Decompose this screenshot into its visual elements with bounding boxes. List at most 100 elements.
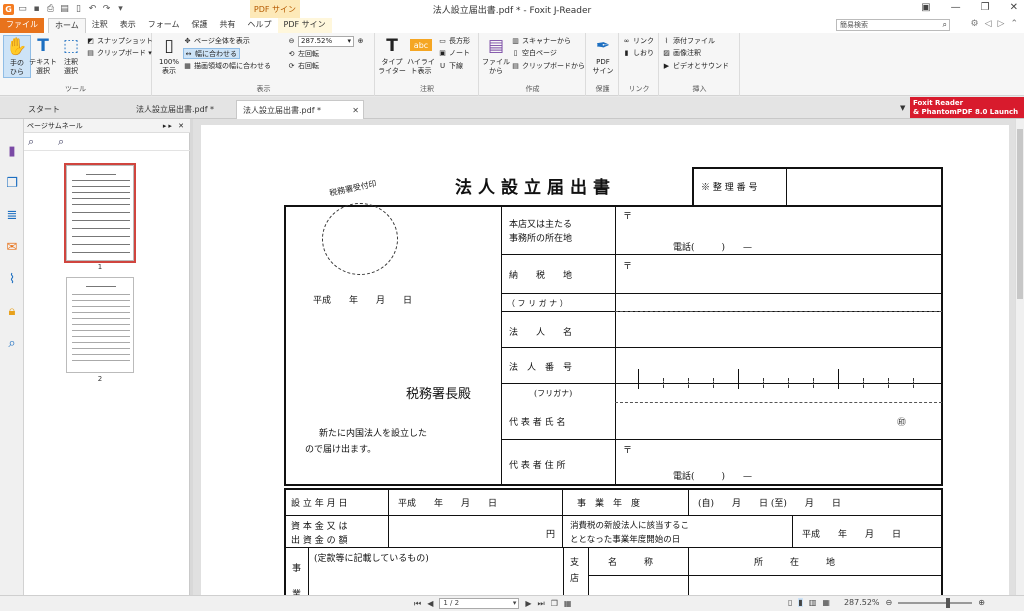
- close-panel-icon[interactable]: ✕: [178, 122, 186, 130]
- from-clipboard-button[interactable]: ▤ クリップボードから: [511, 61, 585, 72]
- snapshot-button[interactable]: ◩ スナップショット: [86, 36, 153, 47]
- tab-start[interactable]: スタート: [22, 100, 128, 119]
- rep-name-label: 代 表 者 氏 名: [509, 418, 566, 428]
- from-file-button[interactable]: ▤ ファイル から: [482, 35, 510, 76]
- underline-button[interactable]: U 下線: [438, 61, 463, 72]
- annot-select-button[interactable]: ⬚ 注釈 選択: [57, 35, 85, 76]
- tab-document-1[interactable]: 法人設立届出書.pdf *: [130, 100, 234, 119]
- tab-pdf-sign[interactable]: PDF サイン: [277, 18, 332, 33]
- collapse-ribbon-icon[interactable]: ⌃: [1010, 19, 1018, 29]
- search-box[interactable]: 簡易検索 ⌕: [836, 19, 950, 31]
- postal-mark-3: 〒: [623, 446, 633, 456]
- image-annot-button[interactable]: ▨ 画像注釈: [662, 48, 701, 59]
- continuous-facing-view-icon[interactable]: ▦: [822, 598, 830, 607]
- highlight-button[interactable]: abc ハイライ ト表示: [407, 35, 435, 76]
- tab-document-2[interactable]: 法人設立届出書.pdf * ✕: [236, 100, 364, 119]
- zoom-out-icon[interactable]: ⊖: [287, 36, 298, 47]
- promo-banner[interactable]: Foxit Reader & PhantomPDF 8.0 Launch: [910, 97, 1024, 118]
- settings-icon[interactable]: ⚙: [971, 19, 979, 29]
- layers-icon[interactable]: ❐: [4, 175, 20, 191]
- app-logo-icon[interactable]: G: [3, 3, 14, 15]
- hand-tool-button[interactable]: ✋ 手の ひら: [3, 35, 31, 78]
- search-icon[interactable]: ⌕: [943, 20, 947, 30]
- expand-icon[interactable]: ▸▸: [163, 122, 174, 130]
- clipboard-button[interactable]: ▤ クリップボード ▾: [86, 48, 152, 59]
- new-icon[interactable]: ▯: [73, 4, 84, 15]
- redo-icon[interactable]: ↷: [101, 4, 112, 15]
- from-scanner-button[interactable]: ▥ スキャナーから: [511, 36, 571, 47]
- statement-line-2: ので届け出ます。: [305, 445, 377, 455]
- fit-width-button[interactable]: ↔ 幅に合わせる: [183, 48, 240, 59]
- zoom-in-icon[interactable]: ⊕: [978, 598, 985, 607]
- zoom-out-thumb-icon[interactable]: ⌕: [28, 135, 34, 149]
- bookmark-button[interactable]: ▮ しおり: [622, 48, 654, 59]
- open-icon[interactable]: ▭: [17, 4, 28, 15]
- furigana-label-1: （ フ リ ガ ナ ）: [507, 299, 568, 308]
- last-page-icon[interactable]: ⏭: [538, 599, 545, 609]
- tab-home[interactable]: ホーム: [48, 18, 86, 33]
- rotate-right-button[interactable]: ⟳ 右回転: [287, 61, 319, 72]
- copy-icon[interactable]: ❐: [551, 599, 558, 608]
- page-thumbnail-1[interactable]: [64, 163, 136, 263]
- search-panel-icon[interactable]: ⌕: [4, 335, 20, 351]
- scrollbar-thumb[interactable]: [1017, 129, 1023, 299]
- zoom-slider[interactable]: [898, 597, 973, 608]
- zoom-out-icon[interactable]: ⊖: [886, 598, 893, 607]
- typewriter-button[interactable]: T タイプ ライター: [378, 35, 406, 76]
- attach-file-button[interactable]: ⌇ 添付ファイル: [662, 36, 715, 47]
- bookmarks-icon[interactable]: ≣: [4, 207, 20, 223]
- tab-form[interactable]: フォーム: [142, 18, 186, 33]
- tab-protect[interactable]: 保護: [186, 18, 214, 33]
- tab-view[interactable]: 表示: [114, 18, 142, 33]
- rotate-left-button[interactable]: ⟲ 左回転: [287, 49, 319, 60]
- chevron-down-icon: ▾: [347, 37, 351, 45]
- document-view[interactable]: 法人設立届出書 ※ 整 理 番 号 税務署受付印 平成 年 月 日 税務署長殿 …: [193, 119, 1015, 595]
- tab-comment[interactable]: 注釈: [86, 18, 114, 33]
- zoom-select[interactable]: 287.52% ▾: [298, 36, 354, 47]
- close-icon[interactable]: ✕: [1010, 2, 1018, 13]
- zoom-in-icon[interactable]: ⊕: [356, 36, 367, 47]
- blank-page-button[interactable]: ▯ 空白ページ: [511, 48, 557, 59]
- attachments-icon[interactable]: ⌇: [4, 271, 20, 287]
- facing-view-icon[interactable]: ▥: [809, 598, 817, 607]
- single-page-view-icon[interactable]: ▯: [788, 598, 792, 607]
- close-tab-icon[interactable]: ✕: [352, 101, 359, 120]
- undo-icon[interactable]: ↶: [87, 4, 98, 15]
- comments-icon[interactable]: ✉: [4, 239, 20, 255]
- actual-size-button[interactable]: ▯ 100% 表示: [155, 35, 183, 76]
- page-number-input[interactable]: 1 / 2 ▾: [439, 598, 520, 609]
- next-icon[interactable]: ▷: [998, 19, 1005, 29]
- tab-list-dropdown-icon[interactable]: ▼: [900, 104, 905, 112]
- text-select-button[interactable]: T テキスト 選択: [29, 35, 57, 76]
- link-button[interactable]: ∞ リンク: [622, 36, 654, 47]
- previous-page-icon[interactable]: ◀: [427, 599, 433, 608]
- zoom-slider-handle[interactable]: [946, 597, 951, 608]
- video-sound-button[interactable]: ▶ ビデオとサウンド: [662, 61, 729, 72]
- tab-share[interactable]: 共有: [214, 18, 242, 33]
- group-label: リンク: [628, 85, 650, 93]
- next-page-icon[interactable]: ▶: [525, 599, 531, 608]
- note-button[interactable]: ▣ ノート: [438, 48, 470, 59]
- tab-help[interactable]: ヘルプ: [242, 18, 278, 33]
- previous-icon[interactable]: ◁: [985, 19, 992, 29]
- save-icon[interactable]: ▪: [31, 4, 42, 15]
- pdf-sign-button[interactable]: ✒ PDF サイン: [589, 35, 617, 76]
- first-page-icon[interactable]: ⏮: [414, 599, 421, 609]
- customize-icon[interactable]: ▾: [115, 4, 126, 15]
- scan-icon[interactable]: ▤: [59, 4, 70, 15]
- layout-icon[interactable]: ▦: [564, 599, 572, 608]
- fit-visible-button[interactable]: ▦ 描画領域の幅に合わせる: [183, 61, 271, 72]
- tab-file[interactable]: ファイル: [0, 18, 44, 33]
- vertical-scrollbar[interactable]: [1015, 119, 1024, 595]
- zoom-in-thumb-icon[interactable]: ⌕: [58, 135, 64, 149]
- minimize-icon[interactable]: —: [951, 2, 961, 13]
- ribbon-toggle-icon[interactable]: ▣: [921, 2, 930, 13]
- fit-page-button[interactable]: ✥ ページ全体を表示: [183, 36, 250, 47]
- print-icon[interactable]: ⎙: [45, 4, 56, 15]
- continuous-view-icon[interactable]: ▮: [798, 598, 803, 607]
- page-thumbnails-icon[interactable]: ▮: [4, 143, 20, 159]
- lock-icon[interactable]: 🔒︎: [4, 303, 20, 319]
- page-thumbnail-2[interactable]: [66, 277, 134, 373]
- maximize-icon[interactable]: ❐: [981, 2, 990, 13]
- rectangle-button[interactable]: ▭ 長方形: [438, 36, 470, 47]
